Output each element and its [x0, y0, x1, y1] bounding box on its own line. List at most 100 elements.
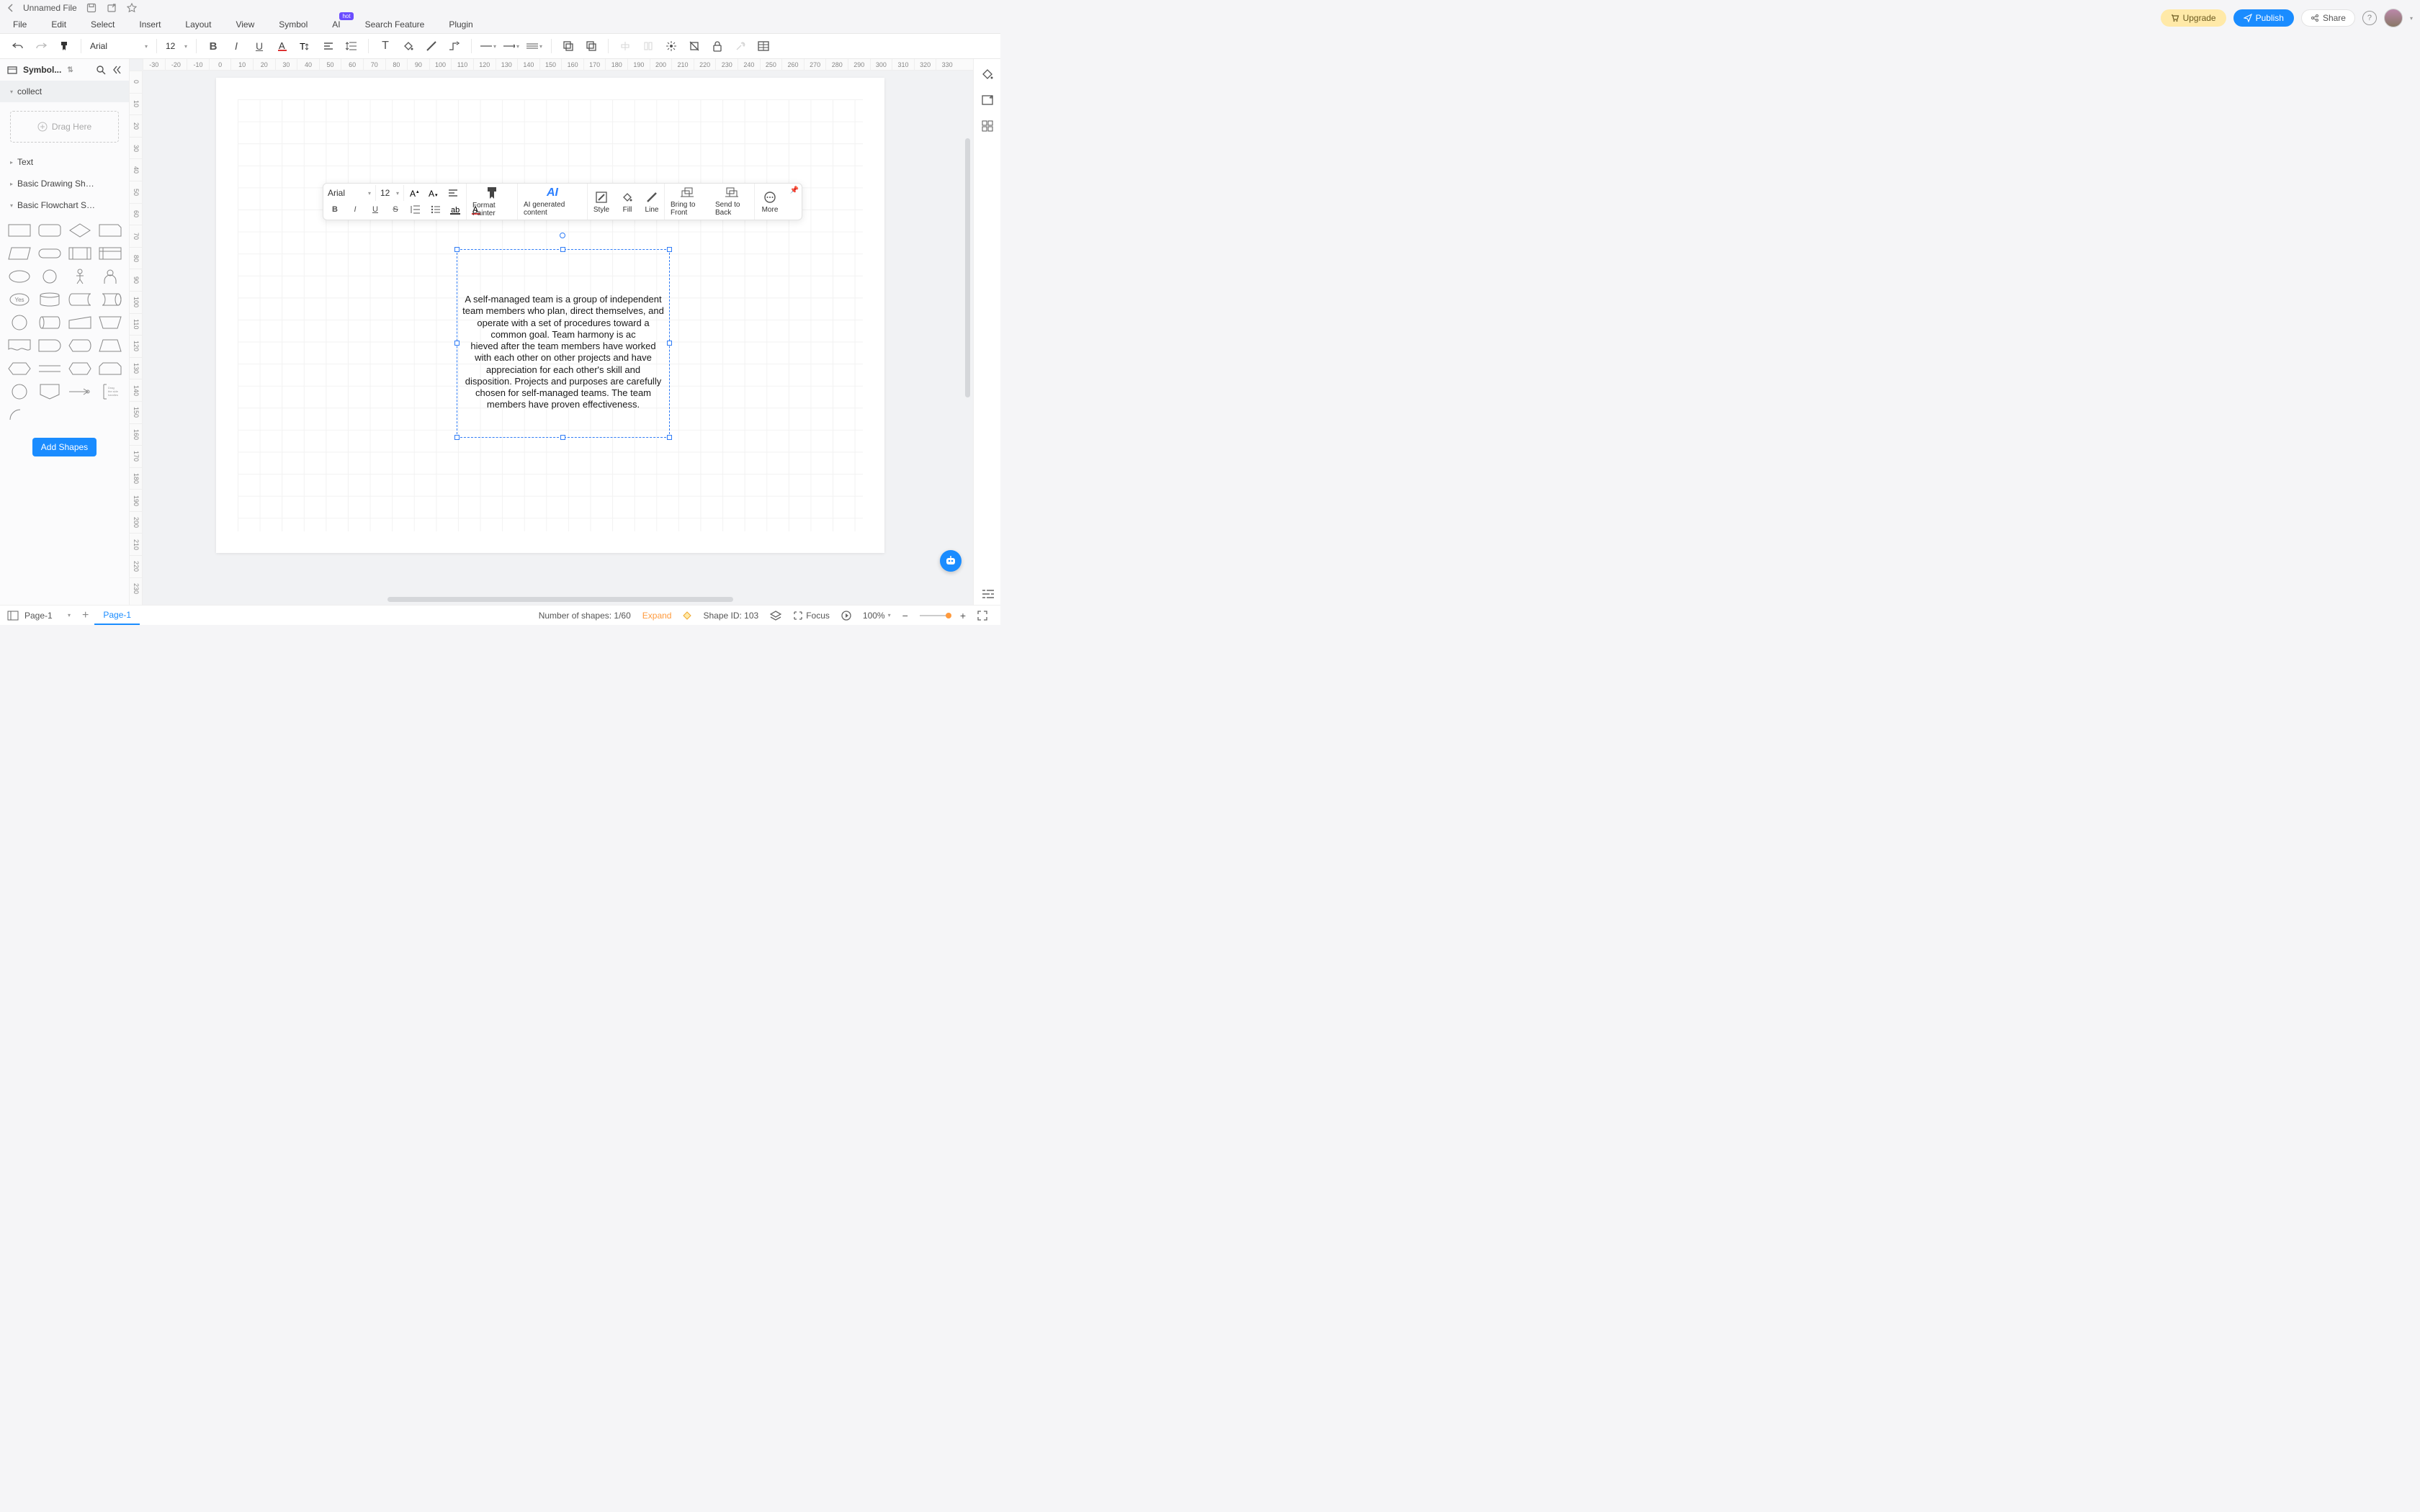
text-tool-icon[interactable]: T — [377, 38, 393, 54]
text-shape-content[interactable]: A self-managed team is a group of indepe… — [458, 291, 668, 414]
user-avatar[interactable] — [2384, 9, 2403, 27]
shape-manual-input[interactable] — [66, 312, 94, 333]
resize-handle-ne[interactable] — [667, 247, 672, 252]
share-button[interactable]: Share — [2301, 9, 2355, 27]
ctx-align-icon[interactable] — [446, 186, 460, 200]
focus-button[interactable]: Focus — [787, 611, 835, 621]
line-weight-icon[interactable]: ▾ — [526, 38, 542, 54]
upgrade-button[interactable]: Upgrade — [2161, 9, 2226, 27]
shape-arrow-right[interactable] — [66, 382, 94, 402]
shape-connector-circle[interactable] — [6, 312, 33, 333]
ctx-bold-icon[interactable]: B — [328, 202, 342, 217]
ctx-send-back[interactable]: Send to Back — [709, 184, 754, 220]
fill-icon[interactable] — [400, 38, 416, 54]
section-collect[interactable]: ▾ collect — [0, 81, 129, 102]
resize-handle-sw[interactable] — [454, 435, 460, 440]
shape-parallel[interactable] — [36, 359, 63, 379]
add-page-button[interactable]: + — [76, 609, 94, 622]
shape-decision[interactable] — [66, 220, 94, 240]
ctx-italic-icon[interactable]: I — [348, 202, 362, 217]
ctx-strike-icon[interactable]: S — [388, 202, 403, 217]
shape-terminator[interactable] — [36, 243, 63, 264]
shape-user[interactable] — [97, 266, 124, 287]
ctx-fill[interactable]: Fill — [615, 184, 640, 220]
shape-rounded-process[interactable] — [36, 220, 63, 240]
shape-process[interactable] — [6, 220, 33, 240]
paint-bucket-icon[interactable] — [981, 68, 994, 81]
resize-handle-s[interactable] — [560, 435, 565, 440]
collapse-panel-icon[interactable] — [112, 65, 122, 75]
resize-handle-se[interactable] — [667, 435, 672, 440]
shape-preparation[interactable] — [66, 359, 94, 379]
file-name[interactable]: Unnamed File — [23, 3, 77, 13]
undo-icon[interactable] — [10, 38, 26, 54]
shape-actor[interactable] — [66, 266, 94, 287]
shape-display[interactable] — [66, 336, 94, 356]
library-icon[interactable] — [7, 65, 17, 75]
connector-icon[interactable] — [447, 38, 462, 54]
table-icon[interactable] — [756, 38, 771, 54]
shape-delay[interactable] — [36, 336, 63, 356]
rotate-handle[interactable] — [560, 233, 565, 238]
chat-assistant-button[interactable] — [940, 550, 962, 572]
tools-icon[interactable] — [732, 38, 748, 54]
line-style-icon[interactable]: ▾ — [480, 38, 496, 54]
shape-document[interactable] — [6, 336, 33, 356]
back-icon[interactable] — [7, 4, 14, 12]
ctx-bullets-icon[interactable] — [429, 202, 443, 217]
shape-yes[interactable]: Yes — [6, 289, 33, 310]
diamond-icon[interactable] — [677, 611, 697, 620]
shape-loop-limit[interactable] — [97, 359, 124, 379]
vertical-scrollbar-track[interactable] — [965, 131, 970, 534]
align-icon[interactable] — [321, 38, 336, 54]
bold-icon[interactable]: B — [205, 38, 221, 54]
drag-here-zone[interactable]: Drag Here — [10, 111, 119, 143]
lock-icon[interactable] — [709, 38, 725, 54]
menu-layout[interactable]: Layout — [185, 19, 211, 30]
italic-icon[interactable]: I — [228, 38, 244, 54]
font-family-select[interactable]: Arial▾ — [90, 41, 148, 51]
horizontal-scrollbar[interactable] — [387, 597, 733, 602]
search-icon[interactable] — [96, 65, 106, 75]
page-tab[interactable]: Page-1 — [94, 606, 140, 625]
menu-search-feature[interactable]: Search Feature — [365, 19, 425, 30]
menu-select[interactable]: Select — [91, 19, 115, 30]
shape-stored-data[interactable] — [66, 289, 94, 310]
menu-ai[interactable]: AI hot — [332, 19, 340, 30]
redo-icon[interactable] — [33, 38, 49, 54]
star-icon[interactable] — [126, 2, 138, 14]
font-size-select[interactable]: 12▾ — [166, 41, 187, 51]
settings-list-icon[interactable] — [982, 589, 995, 599]
ctx-line-spacing-icon[interactable] — [408, 202, 423, 217]
line-tool-icon[interactable] — [424, 38, 439, 54]
ctx-line[interactable]: Line — [640, 184, 664, 220]
page-select[interactable]: Page-1▾ — [19, 611, 76, 621]
zoom-out-icon[interactable]: − — [897, 610, 914, 621]
ctx-size-select[interactable]: 12▾ — [380, 188, 399, 198]
shape-direct-data[interactable] — [97, 289, 124, 310]
zoom-in-icon[interactable]: + — [954, 610, 972, 621]
shape-predefined[interactable] — [66, 243, 94, 264]
menu-file[interactable]: File — [13, 19, 27, 30]
distribute-icon[interactable] — [640, 38, 656, 54]
ctx-font-select[interactable]: Arial▾ — [328, 188, 371, 198]
shape-database[interactable] — [36, 289, 63, 310]
publish-button[interactable]: Publish — [2233, 9, 2294, 27]
add-shapes-button[interactable]: Add Shapes — [32, 438, 97, 456]
section-basic-flowchart[interactable]: ▾ Basic Flowchart S… — [0, 194, 129, 216]
menu-symbol[interactable]: Symbol — [279, 19, 308, 30]
arrow-style-icon[interactable]: ▾ — [503, 38, 519, 54]
shape-data[interactable] — [6, 243, 33, 264]
decrease-font-icon[interactable]: A▾ — [427, 186, 442, 200]
ctx-ai[interactable]: AI AI generated content — [518, 184, 587, 220]
text-size-icon[interactable]: T — [297, 38, 313, 54]
effects-icon[interactable] — [663, 38, 679, 54]
underline-icon[interactable]: U — [251, 38, 267, 54]
save-icon[interactable] — [86, 2, 97, 14]
layer-back-icon[interactable] — [583, 38, 599, 54]
shape-circle[interactable] — [36, 266, 63, 287]
menu-insert[interactable]: Insert — [139, 19, 161, 30]
section-basic-drawing[interactable]: ▸ Basic Drawing Sh… — [0, 173, 129, 194]
shape-hexagon[interactable] — [6, 359, 33, 379]
align-h-icon[interactable] — [617, 38, 633, 54]
